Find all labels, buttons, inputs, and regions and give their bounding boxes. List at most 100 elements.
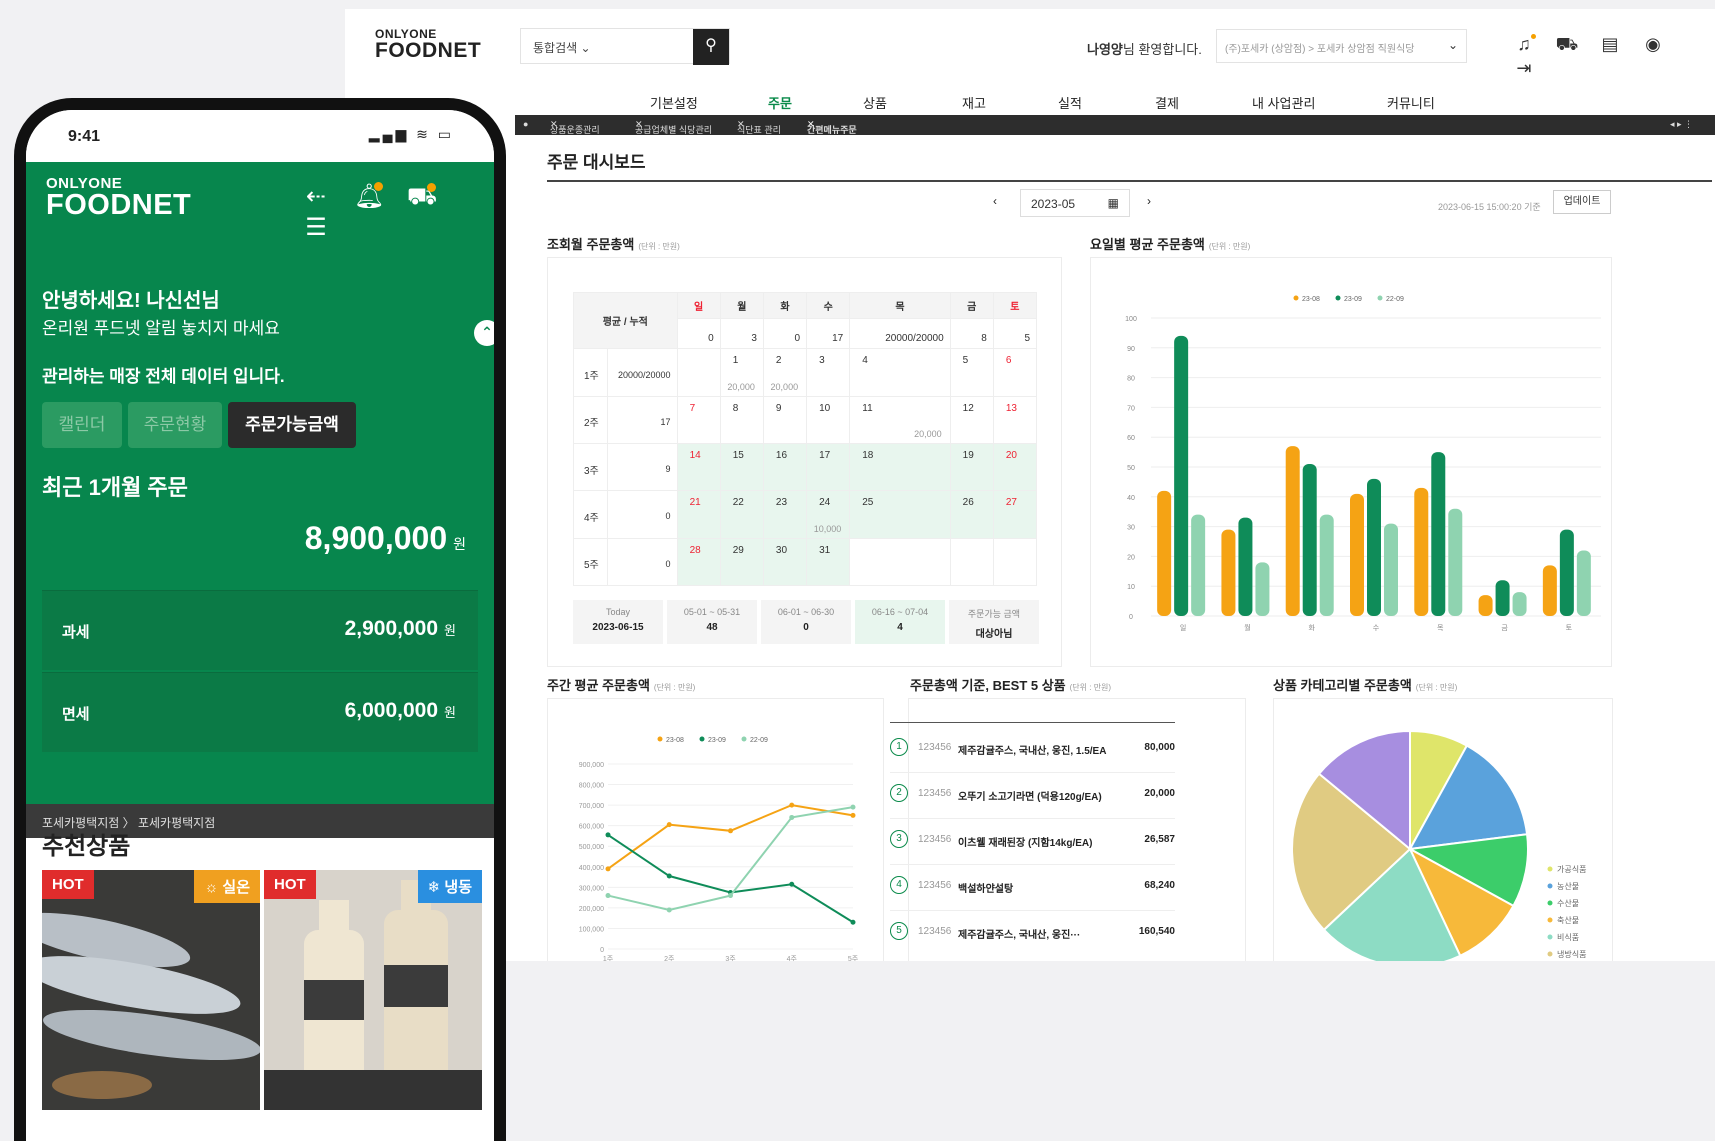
desktop-dashboard: ONLYONE FOODNET 통합검색 ⌄ ⚲ 나영양님 환영합니다. (주)… [345,9,1715,1054]
cal-week-total: 20000/20000 [607,348,678,397]
login-icon[interactable]: ⇠ [296,182,336,211]
cal-date: 17 [819,450,831,461]
cal-date-cell[interactable]: 17 [806,442,851,492]
seg-order-status[interactable]: 주문현황 [128,402,222,448]
hot-badge: HOT [264,870,316,899]
best-item[interactable]: 3 123456 이츠웰 재래된장 (지함14kg/EA) 26,587 [890,826,1175,854]
tab-3[interactable]: 식단표 관리 ✕ [737,119,781,135]
rank-badge: 4 [890,876,908,894]
update-button[interactable]: 업데이트 [1553,190,1611,214]
month-picker[interactable]: 2023-05 ▦ [1020,189,1130,217]
bell-icon[interactable]: 🔔︎ [349,182,389,211]
cal-date: 31 [819,544,831,556]
cal-date-cell[interactable]: 26 [949,490,994,539]
nav-business[interactable]: 내 사업관리 [1252,93,1315,112]
collapse-icon[interactable]: ⌃ [474,320,494,346]
tab-1[interactable]: 상품운종관리 ✕ [550,119,600,135]
best-item[interactable]: 4 123456 백설하얀설탕 68,240 [890,872,1175,900]
bar [1238,517,1253,616]
cal-date-cell[interactable]: 31 [806,537,851,587]
cal-date-cell[interactable]: 6 [992,348,1038,397]
cal-date-cell[interactable]: 22 [719,490,764,539]
cal-date-cell[interactable]: 20 [992,442,1038,492]
cal-date-cell[interactable]: 27 [992,490,1038,539]
mobile-logo[interactable]: ONLYONE FOODNET [46,176,191,220]
best-item[interactable]: 2 123456 오뚜기 소고기라면 (덕용120g/EA) 20,000 [890,780,1175,808]
cal-week-total: 0 [607,537,678,587]
nav-stock[interactable]: 재고 [962,93,986,112]
logout-icon[interactable]: ⇥ [1510,58,1538,82]
product-name: 이츠웰 재래된장 (지함14kg/EA) [958,838,1093,849]
cal-date-cell[interactable]: 18 [849,442,951,492]
cal-date-cell[interactable]: 10 [806,395,851,445]
product-name: 오뚜기 소고기라면 (덕용120g/EA) [958,792,1102,803]
stats-row: Today 2023-06-15 05-01 ~ 05-31 48 06-01 ~ 06… [573,600,1039,644]
cal-date-cell[interactable]: 13 [992,395,1038,445]
cart-icon[interactable]: ⛟ [402,183,442,213]
data-point [789,802,795,808]
cal-day-total: 0 [676,318,721,350]
nav-performance[interactable]: 실적 [1058,93,1082,112]
cal-date-cell[interactable]: 2 20,000 [762,348,808,397]
menu-icon[interactable]: ☰ [296,213,336,242]
search-icon[interactable]: ⚲ [693,29,729,65]
prev-month-button[interactable]: ‹ [993,194,997,208]
logo[interactable]: ONLYONE FOODNET [375,28,481,61]
y-tick-label: 800,000 [579,783,604,790]
tab-2[interactable]: 공급업체별 식당관리 ✕ [635,119,712,135]
cal-date-cell[interactable]: 5 [949,348,994,397]
seg-calendar[interactable]: 캘린더 [42,402,122,448]
cal-date-cell[interactable]: 15 [719,442,764,492]
y-tick-label: 40 [1127,495,1135,502]
legend-dot [1547,900,1553,906]
cal-date-cell[interactable]: 21 [676,490,721,539]
cal-date-cell[interactable]: 3 [806,348,851,397]
cal-date-cell[interactable]: 14 [676,442,721,492]
seg-available[interactable]: 주문가능금액 [228,402,356,448]
product-card-drink[interactable]: HOT ❄ 냉동 [264,870,482,1110]
cal-day-total: 17 [806,318,851,350]
store-select[interactable]: (주)포세카 (상암점) > 포세카 상암점 직원식당 ⌄ [1216,29,1467,63]
cal-date-cell[interactable]: 7 [676,395,721,445]
home-icon[interactable]: ● [523,119,528,129]
nav-payment[interactable]: 결제 [1155,93,1179,112]
cal-date-cell [949,537,994,587]
cal-date-cell[interactable]: 23 [762,490,808,539]
cal-date: 8 [732,402,739,414]
tab-4[interactable]: 간편메뉴주문 ✕ [807,119,857,135]
tab-prev-icon[interactable]: ◂ ▸ ⋮ [1670,119,1693,130]
clipboard-icon[interactable]: ▤ [1596,34,1624,58]
product-card-fish[interactable]: HOT ☼ 실온 [42,870,260,1110]
cal-date-cell[interactable]: 24 10,000 [806,490,851,539]
best-item[interactable]: 5 123456 제주감귤주스, 국내산, 웅진··· 160,540 [890,918,1175,946]
cal-date-cell[interactable]: 9 [762,395,808,445]
nav-product[interactable]: 상품 [863,93,887,112]
cal-date-cell[interactable]: 30 [762,537,808,587]
best-item[interactable]: 1 123456 제주감귤주스, 국내산, 웅진, 1.5/EA 80,000 [890,734,1175,762]
cal-date-cell[interactable]: 28 [676,537,721,587]
cal-date-cell[interactable]: 8 [719,395,764,445]
cart-icon[interactable]: ⛟ [1553,34,1581,58]
cal-date-cell[interactable]: 29 [719,537,764,587]
nav-order[interactable]: 주문 [768,93,792,121]
cal-date-cell[interactable]: 12 [949,395,994,445]
cal-date-cell[interactable]: 4 [849,348,951,397]
nav-community[interactable]: 커뮤니티 [1387,93,1435,112]
cal-date-cell[interactable]: 11 20,000 [849,395,951,445]
cal-date-cell [849,537,951,587]
rank-badge: 2 [890,784,908,802]
cal-date-cell[interactable]: 19 [949,442,994,492]
cal-date-cell[interactable]: 25 [849,490,951,539]
data-point [605,832,611,838]
search-scope-select[interactable]: 통합검색 ⌄ [533,39,591,56]
sub-text: 온리원 푸드넷 알림 놓치지 마세요 [42,319,280,338]
y-tick-label: 50 [1127,465,1135,472]
cal-date-cell[interactable]: 1 20,000 [719,348,764,397]
next-month-button[interactable]: › [1147,194,1151,208]
user-icon[interactable]: ◉ [1639,34,1667,58]
cal-date-cell[interactable]: 16 [762,442,808,492]
search-box[interactable]: 통합검색 ⌄ ⚲ [520,28,730,65]
cal-date: 3 [819,355,825,367]
bell-icon[interactable]: ♫ [1510,34,1538,58]
nav-basic[interactable]: 기본설정 [650,93,698,112]
